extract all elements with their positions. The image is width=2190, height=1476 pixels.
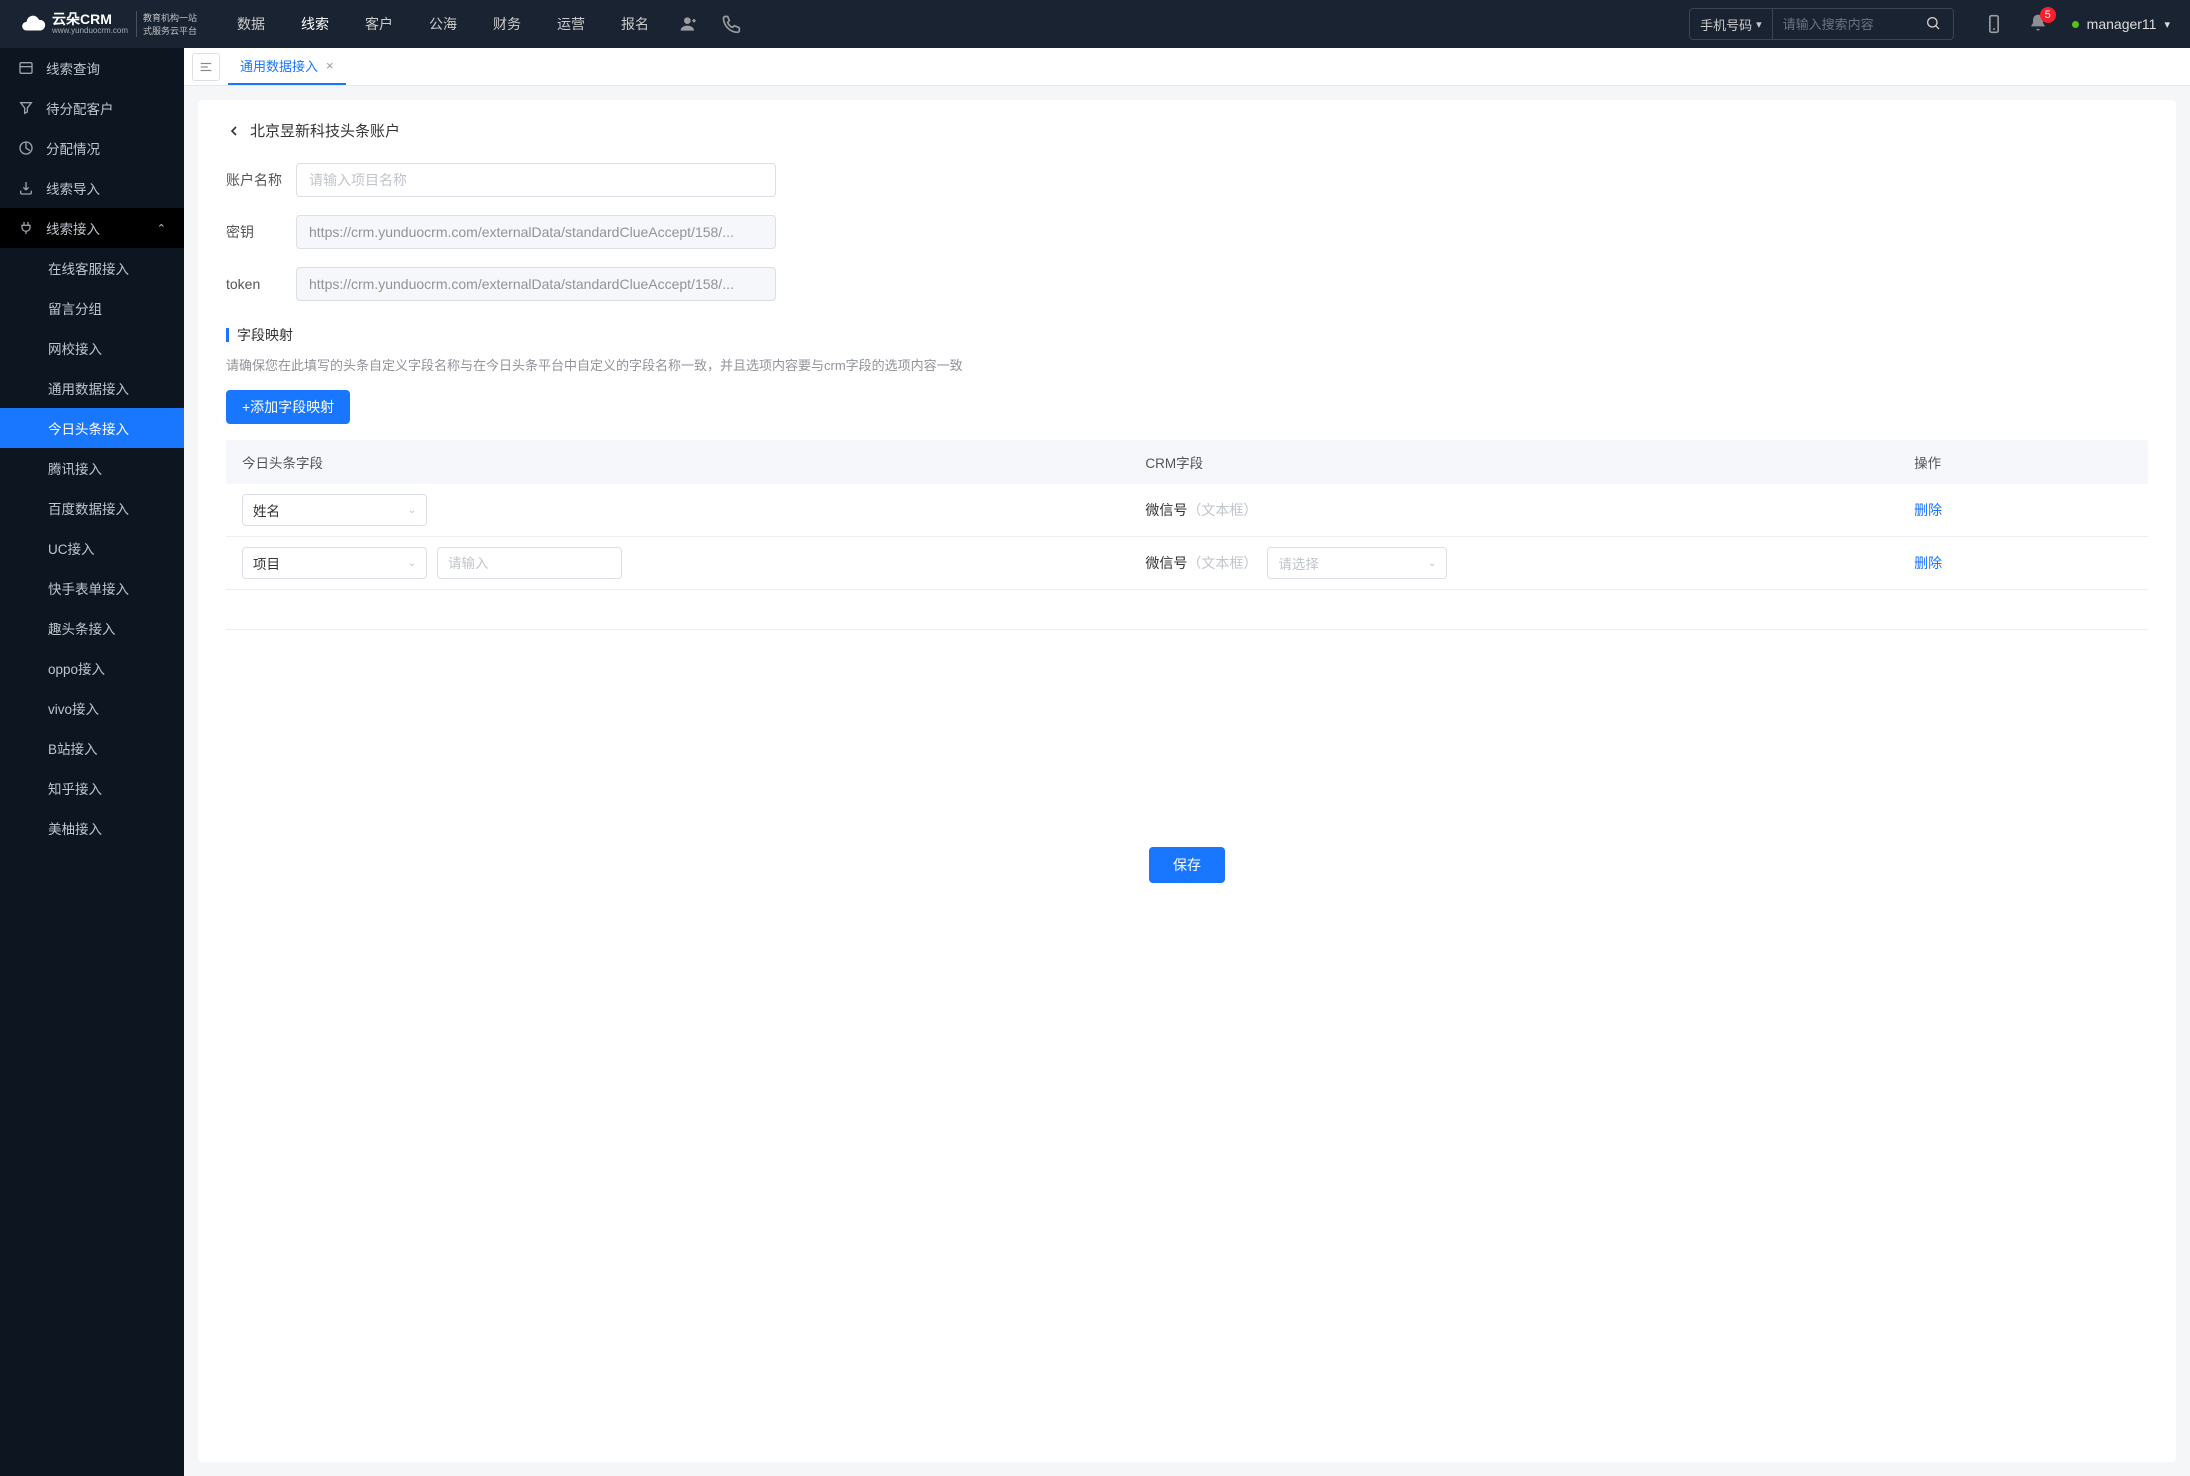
sidebar-sub-1[interactable]: 留言分组: [0, 288, 184, 328]
chevron-down-icon: ⌄: [408, 558, 416, 569]
col-action: 操作: [1898, 440, 2148, 484]
sidebar-group-access[interactable]: 线索接入 ⌃: [0, 208, 184, 248]
crm-field-hint-0: （文本框）: [1187, 502, 1257, 518]
global-search: 手机号码 ▾: [1689, 8, 1954, 40]
mapping-section-title: 字段映射: [226, 325, 2148, 345]
plug-icon: [18, 220, 34, 236]
footer: 保存: [226, 830, 2148, 887]
crm-field-label-0: 微信号: [1145, 502, 1187, 518]
mobile-icon[interactable]: [1984, 14, 2004, 34]
top-nav: 数据 线索 客户 公海 财务 运营 报名: [237, 14, 649, 34]
list-icon: [18, 60, 34, 76]
nav-public[interactable]: 公海: [429, 14, 457, 34]
nav-finance[interactable]: 财务: [493, 14, 521, 34]
sidebar-sub-5[interactable]: 腾讯接入: [0, 448, 184, 488]
sidebar-sub-7[interactable]: UC接入: [0, 528, 184, 568]
stats-icon: [18, 140, 34, 156]
header: 云朵CRM www.yunduocrm.com 教育机构一站式服务云平台 数据 …: [0, 0, 2190, 48]
col-toutiao: 今日头条字段: [226, 440, 1129, 484]
notification-button[interactable]: 5: [2028, 13, 2048, 36]
table-row: 项目 ⌄ 微信号（文本框）: [226, 537, 2148, 590]
filter-icon: [18, 100, 34, 116]
crm-field-label-1: 微信号: [1145, 555, 1187, 571]
sidebar-sub-8[interactable]: 快手表单接入: [0, 568, 184, 608]
brand-name: 云朵CRM: [52, 12, 128, 27]
sidebar-sub-0[interactable]: 在线客服接入: [0, 248, 184, 288]
brand-logo[interactable]: 云朵CRM www.yunduocrm.com 教育机构一站式服务云平台: [20, 11, 197, 37]
chevron-up-icon: ⌃: [157, 222, 166, 235]
token-input[interactable]: [296, 267, 776, 301]
chevron-down-icon: ⌄: [1428, 558, 1436, 569]
table-row: 姓名 ⌄ 微信号（文本框） 删除: [226, 484, 2148, 537]
search-input[interactable]: [1773, 17, 1913, 32]
sidebar-item-query[interactable]: 线索查询: [0, 48, 184, 88]
sidebar-item-import[interactable]: 线索导入: [0, 168, 184, 208]
collapse-sidebar-button[interactable]: [192, 53, 220, 81]
cloud-icon: [20, 11, 46, 37]
delete-row-1[interactable]: 删除: [1914, 555, 1942, 571]
sidebar-sub-9[interactable]: 趣头条接入: [0, 608, 184, 648]
account-label: 账户名称: [226, 170, 296, 190]
chevron-down-icon: ▾: [2164, 18, 2170, 31]
user-plus-icon[interactable]: [679, 14, 699, 34]
token-label: token: [226, 276, 296, 292]
chevron-down-icon: ⌄: [408, 505, 416, 516]
account-name-input[interactable]: [296, 163, 776, 197]
nav-data[interactable]: 数据: [237, 14, 265, 34]
tab-0[interactable]: 通用数据接入 ×: [228, 48, 346, 85]
sidebar: 线索查询 待分配客户 分配情况 线索导入 线索接入 ⌃ 在线客服接入 留言分组 …: [0, 48, 184, 1476]
add-mapping-button[interactable]: +添加字段映射: [226, 390, 350, 424]
user-name: manager11: [2087, 16, 2157, 32]
status-dot-icon: [2072, 21, 2079, 28]
nav-signup[interactable]: 报名: [621, 14, 649, 34]
toutiao-field-select-1[interactable]: 项目 ⌄: [242, 547, 427, 579]
save-button[interactable]: 保存: [1149, 847, 1225, 883]
breadcrumb-back[interactable]: 北京昱新科技头条账户: [226, 120, 2148, 141]
sidebar-sub-6[interactable]: 百度数据接入: [0, 488, 184, 528]
mapping-table: 今日头条字段 CRM字段 操作 姓名 ⌄: [226, 440, 2148, 630]
toutiao-field-select-0[interactable]: 姓名 ⌄: [242, 494, 427, 526]
secret-input[interactable]: [296, 215, 776, 249]
mapping-section-desc: 请确保您在此填写的头条自定义字段名称与在今日头条平台中自定义的字段名称一致，并且…: [226, 355, 2148, 374]
nav-operate[interactable]: 运营: [557, 14, 585, 34]
brand-sub: 教育机构一站式服务云平台: [136, 11, 197, 37]
phone-icon[interactable]: [721, 14, 741, 34]
sidebar-sub-12[interactable]: B站接入: [0, 728, 184, 768]
close-icon[interactable]: ×: [326, 58, 334, 73]
sidebar-sub-13[interactable]: 知乎接入: [0, 768, 184, 808]
user-menu[interactable]: manager11 ▾: [2072, 16, 2170, 32]
brand-url: www.yunduocrm.com: [52, 27, 128, 36]
crm-field-select-1[interactable]: 请选择 ⌄: [1267, 547, 1447, 579]
col-crm: CRM字段: [1129, 440, 1898, 484]
tab-label: 通用数据接入: [240, 56, 318, 75]
tabs-bar: 通用数据接入 ×: [184, 48, 2190, 86]
nav-customer[interactable]: 客户: [365, 14, 393, 34]
delete-row-0[interactable]: 删除: [1914, 502, 1942, 518]
search-type-select[interactable]: 手机号码 ▾: [1690, 9, 1773, 39]
sidebar-item-allocation[interactable]: 分配情况: [0, 128, 184, 168]
search-button[interactable]: [1913, 15, 1953, 34]
menu-icon: [199, 60, 213, 74]
chevron-left-icon: [226, 123, 242, 139]
sidebar-sub-2[interactable]: 网校接入: [0, 328, 184, 368]
toutiao-field-extra-input[interactable]: [437, 547, 622, 579]
sidebar-sub-4[interactable]: 今日头条接入: [0, 408, 184, 448]
search-icon: [1925, 15, 1941, 31]
sidebar-sub-10[interactable]: oppo接入: [0, 648, 184, 688]
secret-label: 密钥: [226, 222, 296, 242]
sidebar-item-pending[interactable]: 待分配客户: [0, 88, 184, 128]
sidebar-sub-14[interactable]: 美柚接入: [0, 808, 184, 848]
nav-clue[interactable]: 线索: [301, 14, 329, 34]
import-icon: [18, 180, 34, 196]
page-title: 北京昱新科技头条账户: [250, 120, 400, 141]
sidebar-sub-11[interactable]: vivo接入: [0, 688, 184, 728]
crm-field-hint-1: （文本框）: [1187, 555, 1257, 571]
sidebar-sub-3[interactable]: 通用数据接入: [0, 368, 184, 408]
notification-badge: 5: [2040, 7, 2056, 23]
